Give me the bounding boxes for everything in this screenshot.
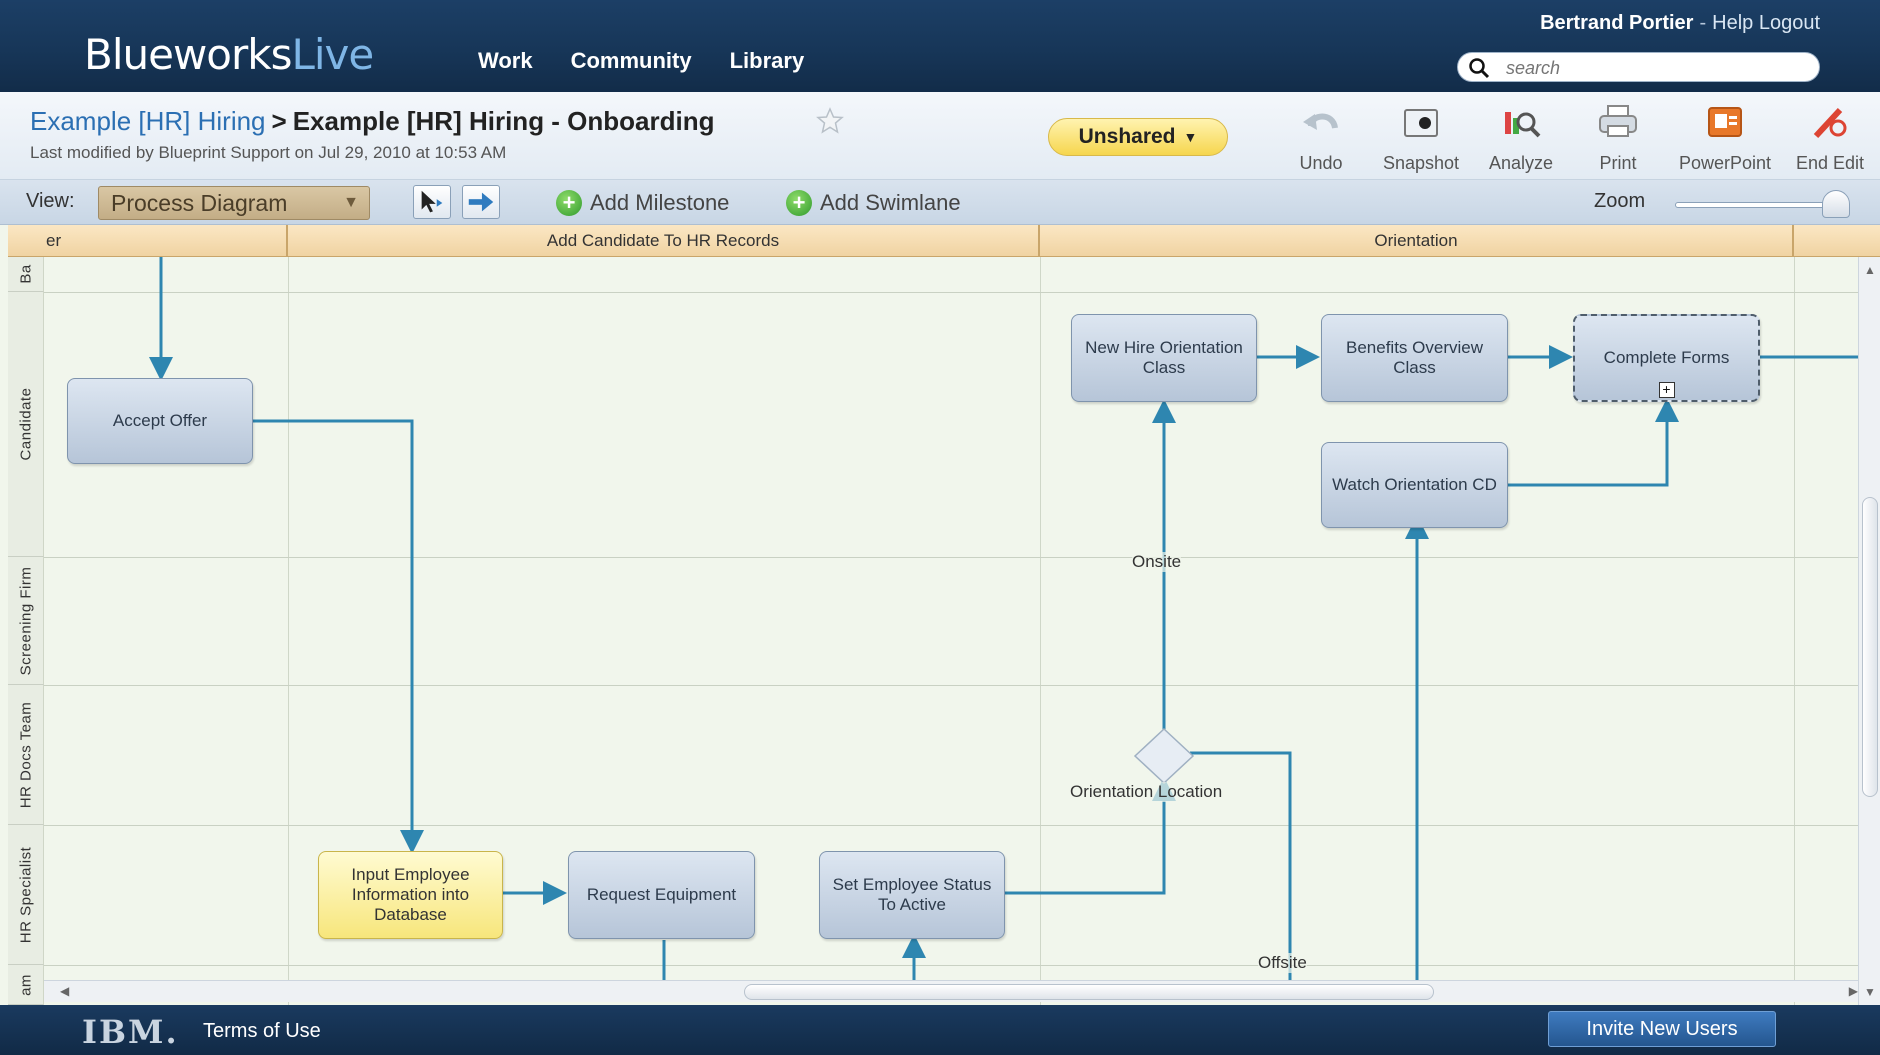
footer-bar: IBM. Terms of Use Invite New Users (0, 1005, 1880, 1055)
select-tool-button[interactable] (413, 185, 451, 219)
expand-subprocess-icon[interactable]: + (1658, 382, 1675, 398)
search-box (1457, 52, 1820, 82)
gateway-diamond (1133, 727, 1195, 785)
print-label: Print (1599, 153, 1637, 173)
process-header: Example [HR] Hiring > Example [HR] Hiring … (0, 92, 1880, 180)
search-icon (1469, 58, 1490, 79)
powerpoint-icon (1708, 107, 1742, 137)
add-swimlane-button[interactable]: + Add Swimlane (786, 190, 961, 216)
zoom-slider-handle[interactable] (1822, 190, 1850, 218)
breadcrumb-separator: > (271, 106, 287, 136)
breadcrumb: Example [HR] Hiring > Example [HR] Hiring … (30, 106, 715, 137)
analyze-button[interactable]: Analyze (1471, 102, 1571, 174)
vertical-scroll-thumb[interactable] (1862, 497, 1878, 797)
search-input[interactable] (1506, 56, 1806, 80)
add-milestone-button[interactable]: + Add Milestone (556, 190, 729, 216)
nav-community[interactable]: Community (571, 48, 692, 74)
chevron-down-icon: ▼ (343, 194, 359, 211)
scroll-right-icon[interactable]: ▶ (1849, 984, 1858, 998)
add-swimlane-label: Add Swimlane (820, 190, 961, 215)
task-benefits-overview-class[interactable]: Benefits Overview Class (1321, 314, 1508, 402)
powerpoint-label: PowerPoint (1678, 153, 1772, 173)
brand-accent: Live (291, 30, 374, 79)
breadcrumb-parent-link[interactable]: Example [HR] Hiring (30, 106, 266, 136)
terms-of-use-link[interactable]: Terms of Use (203, 1020, 321, 1043)
task-set-employee-status[interactable]: Set Employee Status To Active (819, 851, 1005, 939)
task-request-equipment[interactable]: Request Equipment (568, 851, 755, 939)
zoom-label: Zoom (1594, 190, 1646, 212)
view-label: View: (26, 190, 75, 212)
nav-work[interactable]: Work (478, 48, 533, 74)
page-title: Example [HR] Hiring - Onboarding (292, 106, 715, 136)
view-select-value: Process Diagram (111, 190, 288, 216)
nav-library[interactable]: Library (730, 48, 805, 74)
favorite-star-icon[interactable] (815, 106, 845, 136)
process-diagram-canvas[interactable]: er Add Candidate To HR Records Orientati… (0, 225, 1880, 1005)
last-modified-text: Last modified by Blueprint Support on Ju… (30, 143, 507, 162)
user-links: Bertrand Portier - Help Logout (1540, 12, 1820, 35)
connector-tool-button[interactable] (462, 185, 500, 219)
view-select[interactable]: Process Diagram ▼ (98, 186, 370, 220)
pencil-icon (1813, 107, 1847, 139)
task-watch-orientation-cd[interactable]: Watch Orientation CD (1321, 442, 1508, 528)
brand-main: Blueworks (84, 30, 292, 79)
end-edit-label: End Edit (1795, 153, 1865, 173)
pointer-tool-icon (421, 190, 443, 213)
gateway-label: Orientation Location (1070, 782, 1223, 802)
scroll-up-icon[interactable]: ▲ (1864, 263, 1876, 277)
share-status-label: Unshared (1078, 125, 1176, 148)
ibm-logo: IBM. (82, 1013, 179, 1051)
powerpoint-button[interactable]: PowerPoint (1675, 102, 1775, 174)
share-status-button[interactable]: Unshared ▼ (1048, 118, 1228, 156)
undo-label: Undo (1299, 153, 1343, 173)
task-input-employee-information[interactable]: Input Employee Information into Database (318, 851, 503, 939)
task-complete-forms[interactable]: Complete Forms + (1573, 314, 1760, 402)
horizontal-scroll-thumb[interactable] (744, 984, 1434, 1000)
zoom-slider-track[interactable] (1675, 202, 1835, 208)
task-new-hire-orientation-class[interactable]: New Hire Orientation Class (1071, 314, 1257, 402)
print-button[interactable]: Print (1568, 102, 1668, 174)
end-edit-button[interactable]: End Edit (1784, 102, 1876, 174)
logout-link[interactable]: Logout (1759, 12, 1820, 34)
flow-label-onsite: Onsite (1132, 552, 1182, 572)
main-nav: Work Community Library (478, 48, 804, 74)
plus-icon: + (786, 190, 812, 216)
top-navigation-bar: BlueworksLive Work Community Library Ber… (0, 0, 1880, 92)
scroll-down-icon[interactable]: ▼ (1864, 985, 1876, 999)
flow-line (253, 419, 424, 854)
help-link[interactable]: Help (1712, 12, 1753, 34)
separator: - (1699, 12, 1707, 34)
vertical-scrollbar[interactable]: ▲ ▼ (1858, 257, 1880, 1005)
horizontal-scrollbar[interactable]: ◀ ▶ (44, 980, 1864, 1002)
snapshot-button[interactable]: Snapshot (1371, 102, 1471, 174)
add-milestone-label: Add Milestone (590, 190, 730, 215)
flow-label-offsite: Offsite (1258, 953, 1307, 973)
chevron-down-icon: ▼ (1183, 129, 1198, 145)
user-name[interactable]: Bertrand Portier (1540, 12, 1693, 34)
task-complete-forms-label: Complete Forms (1603, 348, 1730, 367)
invite-new-users-button[interactable]: Invite New Users (1548, 1011, 1776, 1047)
printer-icon (1599, 105, 1637, 137)
camera-icon (1404, 109, 1438, 137)
undo-icon (1303, 113, 1338, 130)
view-toolbar: View: Process Diagram ▼ + Add Milestone … (0, 180, 1880, 225)
arrow-right-icon (468, 192, 494, 212)
scroll-left-icon[interactable]: ◀ (60, 984, 69, 998)
undo-button[interactable]: Undo (1271, 102, 1371, 174)
task-accept-offer[interactable]: Accept Offer (67, 378, 253, 464)
flow-line (1508, 398, 1679, 487)
plus-icon: + (556, 190, 582, 216)
blueworks-live-logo[interactable]: BlueworksLive (84, 30, 374, 79)
analyze-label: Analyze (1488, 153, 1554, 173)
snapshot-label: Snapshot (1382, 153, 1460, 173)
analyze-icon (1505, 112, 1541, 138)
